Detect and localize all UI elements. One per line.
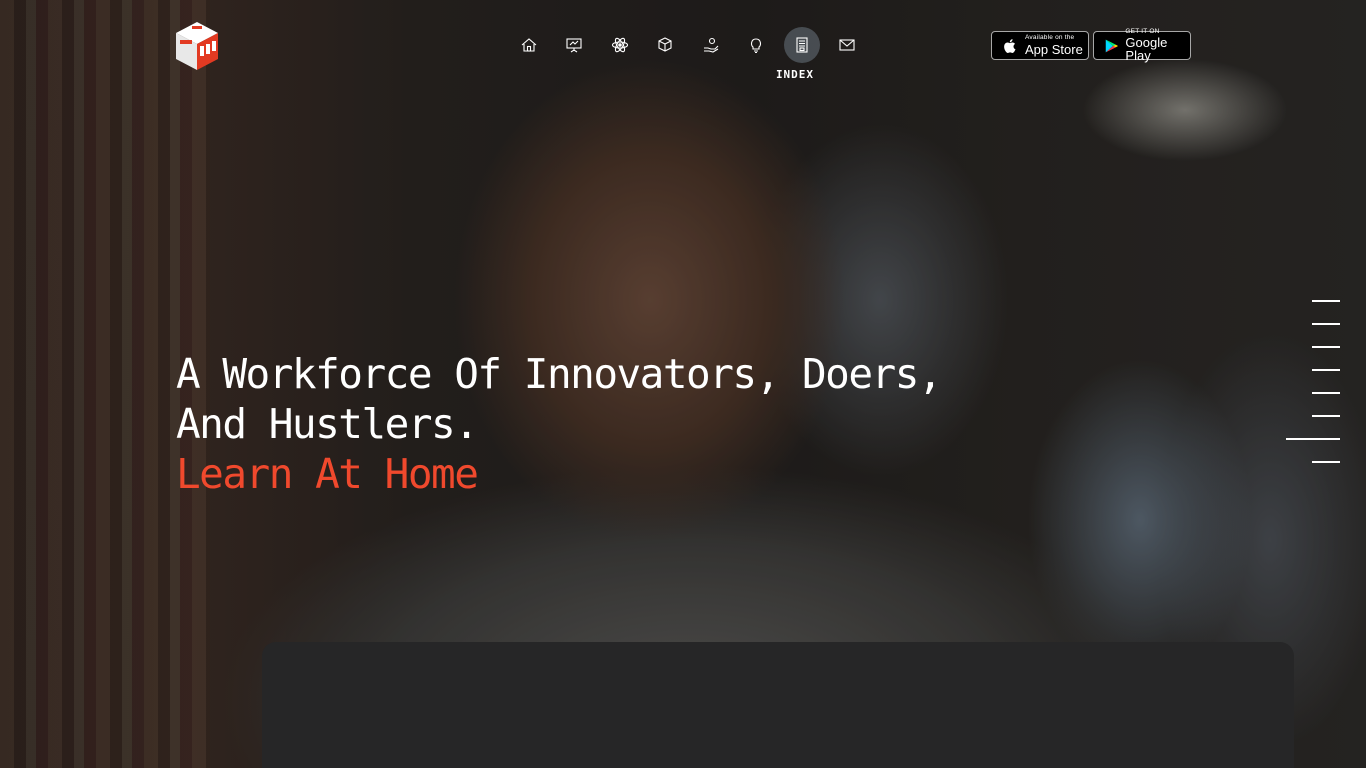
box-icon	[658, 37, 672, 52]
nav-ideas[interactable]	[734, 26, 780, 64]
hero-line-1: A Workforce Of Innovators, Doers,	[176, 350, 943, 398]
home-icon	[521, 38, 537, 52]
document-index-icon	[796, 37, 808, 53]
hero-heading: A Workforce Of Innovators, Doers, And Hu…	[176, 349, 943, 499]
hand-coin-icon	[703, 37, 719, 53]
google-play-big-text: Google Play	[1125, 35, 1168, 64]
hero-accent-line: Learn At Home	[176, 450, 479, 498]
nav-invest[interactable]	[688, 26, 734, 64]
slide-indicator-line[interactable]	[1312, 415, 1340, 417]
mail-icon	[839, 39, 855, 51]
app-store-button[interactable]: Available on the App Store	[991, 31, 1089, 60]
google-play-button[interactable]: GET IT ON Google Play	[1093, 28, 1191, 64]
lightbulb-icon	[751, 38, 762, 54]
nav-science[interactable]	[597, 26, 643, 64]
nav-product[interactable]	[643, 26, 689, 64]
slide-indicator-line[interactable]	[1312, 346, 1340, 348]
slide-indicator-line[interactable]	[1312, 369, 1340, 371]
nav-home[interactable]	[506, 26, 552, 64]
slide-indicator-line[interactable]	[1312, 461, 1340, 463]
presentation-icon	[566, 38, 582, 53]
slide-indicator-line[interactable]	[1312, 392, 1340, 394]
hero-line-2: And Hustlers.	[176, 400, 479, 448]
slide-indicator-line[interactable]	[1286, 438, 1340, 440]
nav-contact[interactable]	[825, 26, 871, 64]
atom-icon	[611, 37, 628, 53]
app-store-small-text: Available on the	[1025, 34, 1075, 42]
nav-presentation[interactable]	[552, 26, 598, 64]
site-logo[interactable]	[174, 20, 220, 72]
app-store-big-text: App Store	[1025, 41, 1083, 57]
top-nav	[506, 26, 870, 64]
slide-indicator-line[interactable]	[1312, 323, 1340, 325]
google-play-icon	[1105, 39, 1119, 52]
cube-logo-icon	[176, 22, 218, 70]
slide-indicator-line[interactable]	[1312, 300, 1340, 302]
active-nav-label: INDEX	[775, 68, 815, 81]
apple-icon	[1004, 38, 1016, 53]
nav-index[interactable]	[779, 26, 825, 64]
